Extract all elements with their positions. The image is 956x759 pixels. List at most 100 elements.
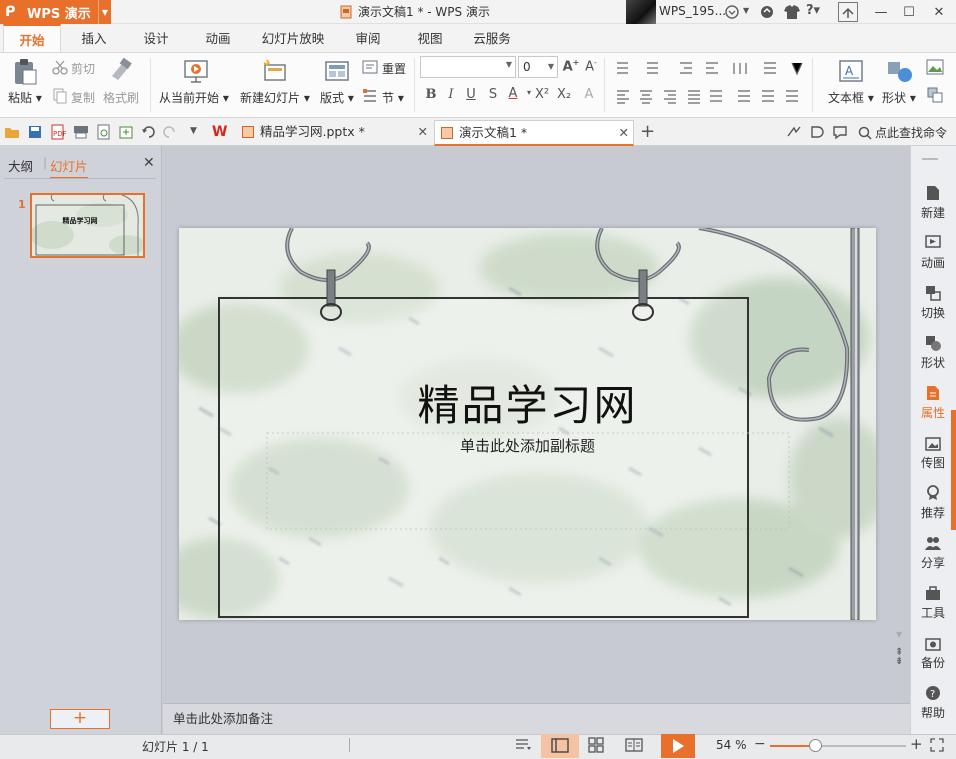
close-icon[interactable]: ✕ [418, 120, 428, 144]
zoom-slider-track[interactable] [770, 745, 906, 747]
tab-insert[interactable]: 插入 [68, 24, 120, 52]
grow-font-icon[interactable]: A+ [562, 58, 580, 76]
shape-icon[interactable] [886, 58, 914, 84]
prev-slide-icon[interactable]: ⇞ ⇟ [895, 648, 903, 667]
paste-button[interactable]: 粘贴 ▾ [8, 89, 42, 106]
scissors-icon[interactable] [52, 59, 68, 75]
restore-layout-icon[interactable] [838, 2, 858, 22]
zoom-percent[interactable]: 54 % [716, 738, 747, 752]
copy-button[interactable]: 复制 [71, 89, 95, 106]
doc-tab-jingpin[interactable]: 精品学习网.pptx * ✕ [236, 120, 432, 146]
reset-icon[interactable] [362, 59, 378, 75]
close-icon[interactable]: ✕ [619, 121, 629, 145]
reading-view-icon[interactable] [625, 737, 643, 753]
copy-icon[interactable] [52, 88, 68, 104]
layout-button[interactable]: 版式 ▾ [320, 89, 354, 106]
play-from-current-icon[interactable] [183, 58, 209, 84]
vip-icon[interactable] [722, 2, 742, 22]
arrange-icon[interactable] [926, 86, 944, 104]
clear-format-icon[interactable]: A [580, 87, 598, 105]
superscript-icon[interactable]: X² [533, 87, 551, 105]
sidebar-shape[interactable]: 形状 [910, 334, 956, 380]
tab-design[interactable]: 设计 [130, 24, 182, 52]
tab-review[interactable]: 审阅 [342, 24, 394, 52]
sidebar-recommend[interactable]: 推荐 [910, 484, 956, 530]
scroll-down-arrow[interactable]: ▼ [896, 630, 902, 639]
shadow-icon[interactable]: S [484, 87, 502, 105]
close-panel-icon[interactable]: ✕ [143, 155, 155, 171]
quick-access-toolbar[interactable]: PDF [4, 124, 184, 140]
avatar[interactable] [626, 0, 656, 24]
paragraph-align-icons[interactable] [614, 88, 804, 106]
play-slideshow-button[interactable] [661, 734, 695, 758]
chevron-down-icon[interactable]: ▼ [743, 6, 749, 15]
notes-pane[interactable]: 单击此处添加备注 [163, 703, 910, 734]
zoom-slider-thumb[interactable] [808, 739, 822, 752]
shrink-font-icon[interactable]: A- [582, 58, 600, 76]
tab-outline[interactable]: 大纲 [8, 156, 33, 175]
slide-title[interactable]: 精品学习网 [179, 372, 876, 433]
username-label[interactable]: WPS_195... [659, 4, 726, 18]
slide-sorter-view-icon[interactable] [588, 737, 604, 753]
section-icon[interactable] [362, 88, 378, 104]
new-slide-button[interactable]: 新建幻灯片 ▾ [240, 89, 310, 106]
app-menu-button[interactable]: ᑭ WPS 演示 ▼ [0, 0, 111, 24]
sidebar-share[interactable]: 分享 [910, 534, 956, 580]
tab-slideshow[interactable]: 幻灯片放映 [254, 24, 332, 52]
layout-icon[interactable] [324, 58, 350, 84]
paste-icon[interactable] [12, 58, 38, 86]
normal-view-button[interactable] [541, 734, 579, 758]
maximize-button[interactable]: ☐ [898, 2, 920, 22]
wps-w-logo-icon[interactable]: W [212, 124, 227, 140]
new-slide-icon[interactable] [262, 58, 288, 84]
sidebar-help[interactable]: ? 帮助 [910, 684, 956, 730]
chevron-down-icon[interactable]: ▼ [98, 0, 111, 24]
slide-thumbnail[interactable]: 精品学习网 [30, 193, 145, 258]
sidebar-properties[interactable]: 属性 [910, 384, 956, 430]
shape-button[interactable]: 形状 ▾ [882, 89, 916, 106]
close-window-button[interactable]: ✕ [928, 2, 950, 22]
sidebar-upload-image[interactable]: 传图 [910, 434, 956, 480]
skin-shirt-icon[interactable] [782, 3, 802, 21]
tab-row-tools[interactable] [786, 124, 850, 140]
reset-button[interactable]: 重置 [382, 60, 406, 77]
tab-slides[interactable]: 幻灯片 [50, 156, 88, 179]
slide[interactable]: 精品学习网 单击此处添加副标题 [179, 228, 876, 620]
textbox-button[interactable]: 文本框 ▾ [828, 89, 874, 106]
sidebar-new[interactable]: 新建 [910, 184, 956, 230]
sidebar-backup[interactable]: 备份 [910, 634, 956, 680]
chevron-down-icon[interactable]: ▼ [190, 126, 197, 136]
format-painter-icon[interactable] [108, 58, 134, 84]
cloud-sync-icon[interactable] [758, 3, 776, 21]
play-from-current-button[interactable]: 从当前开始 ▾ [159, 89, 229, 106]
slide-subtitle-placeholder[interactable]: 单击此处添加副标题 [179, 435, 876, 456]
tab-view[interactable]: 视图 [404, 24, 456, 52]
sidebar-transition[interactable]: 切换 [910, 284, 956, 330]
add-slide-button[interactable]: + [50, 709, 110, 729]
bold-icon[interactable]: B [422, 87, 440, 105]
picture-icon[interactable] [926, 58, 944, 76]
sidebar-animation[interactable]: 动画 [910, 234, 956, 280]
notes-toggle-icon[interactable] [514, 737, 532, 753]
textbox-icon[interactable]: A [838, 58, 864, 84]
tab-cloud-service[interactable]: 云服务 [466, 24, 518, 52]
help-question-icon[interactable]: ?▾ [806, 3, 820, 18]
new-tab-plus-icon[interactable]: + [640, 121, 655, 142]
minimize-button[interactable]: — [870, 2, 892, 22]
tab-start[interactable]: 开始 [3, 24, 61, 52]
paragraph-list-icons[interactable] [614, 60, 804, 78]
cut-button[interactable]: 剪切 [71, 60, 95, 77]
tab-animation[interactable]: 动画 [192, 24, 244, 52]
italic-icon[interactable]: I [442, 87, 460, 105]
command-search[interactable]: 点此查找命令 [858, 124, 947, 141]
underline-icon[interactable]: U [462, 87, 480, 105]
font-size-select[interactable]: 0 ▼ [518, 56, 558, 78]
section-button[interactable]: 节 ▾ [382, 89, 404, 106]
fit-window-icon[interactable] [930, 738, 944, 752]
font-name-select[interactable]: ▼ [420, 56, 516, 78]
doc-tab-presentation1[interactable]: 演示文稿1 * ✕ [434, 120, 634, 146]
zoom-in-icon[interactable]: + [910, 735, 923, 753]
format-painter-button[interactable]: 格式刷 [103, 89, 139, 106]
zoom-out-icon[interactable]: − [754, 736, 766, 752]
sidebar-tools[interactable]: 工具 [910, 584, 956, 630]
